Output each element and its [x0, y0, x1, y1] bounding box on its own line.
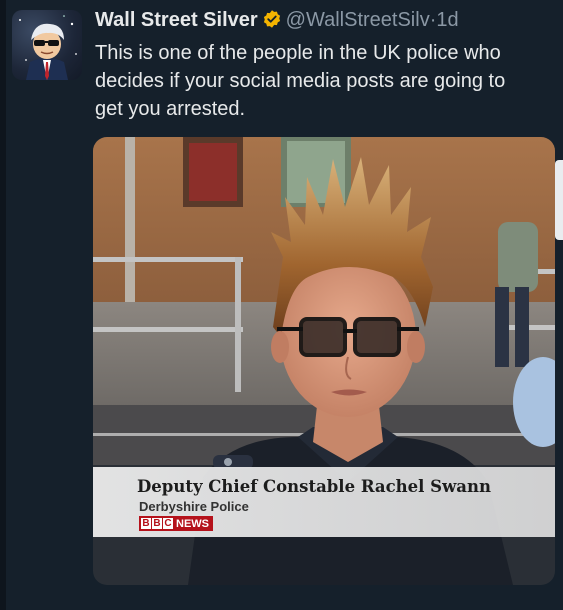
tweet-text-line: This is one of the people in the UK poli… [95, 42, 501, 64]
adjacent-card-edge [555, 160, 563, 240]
left-rail [0, 0, 6, 610]
bbc-news-label: NEWS [176, 517, 209, 530]
avatar-illustration [19, 15, 77, 80]
author-handle[interactable]: @WallStreetSilv [286, 9, 430, 31]
bbc-blocks: B B C [141, 518, 173, 529]
tweet-text: This is one of the people in the UK poli… [95, 39, 563, 123]
tweet-media-image[interactable]: Deputy Chief Constable Rachel Swann Derb… [93, 137, 555, 585]
verified-badge-icon [262, 9, 282, 36]
bbc-news-logo: B B C NEWS [139, 516, 213, 531]
author-name[interactable]: Wall Street Silver [95, 9, 258, 31]
caption-subtitle: Derbyshire Police [139, 499, 249, 514]
caption-title: Deputy Chief Constable Rachel Swann [137, 477, 491, 496]
bbc-letter: B [152, 518, 162, 529]
tweet-header: Wall Street Silver @WallStreetSilv·1d [95, 7, 459, 36]
bbc-letter: C [163, 518, 173, 529]
tweet-text-line: decides if your social media posts are g… [95, 70, 506, 92]
tweet-card[interactable]: Wall Street Silver @WallStreetSilv·1d Thi… [0, 0, 563, 610]
timestamp[interactable]: 1d [436, 9, 458, 31]
avatar[interactable] [12, 10, 82, 80]
tweet-text-line: get you arrested. [95, 98, 246, 120]
bbc-letter: B [141, 518, 151, 529]
